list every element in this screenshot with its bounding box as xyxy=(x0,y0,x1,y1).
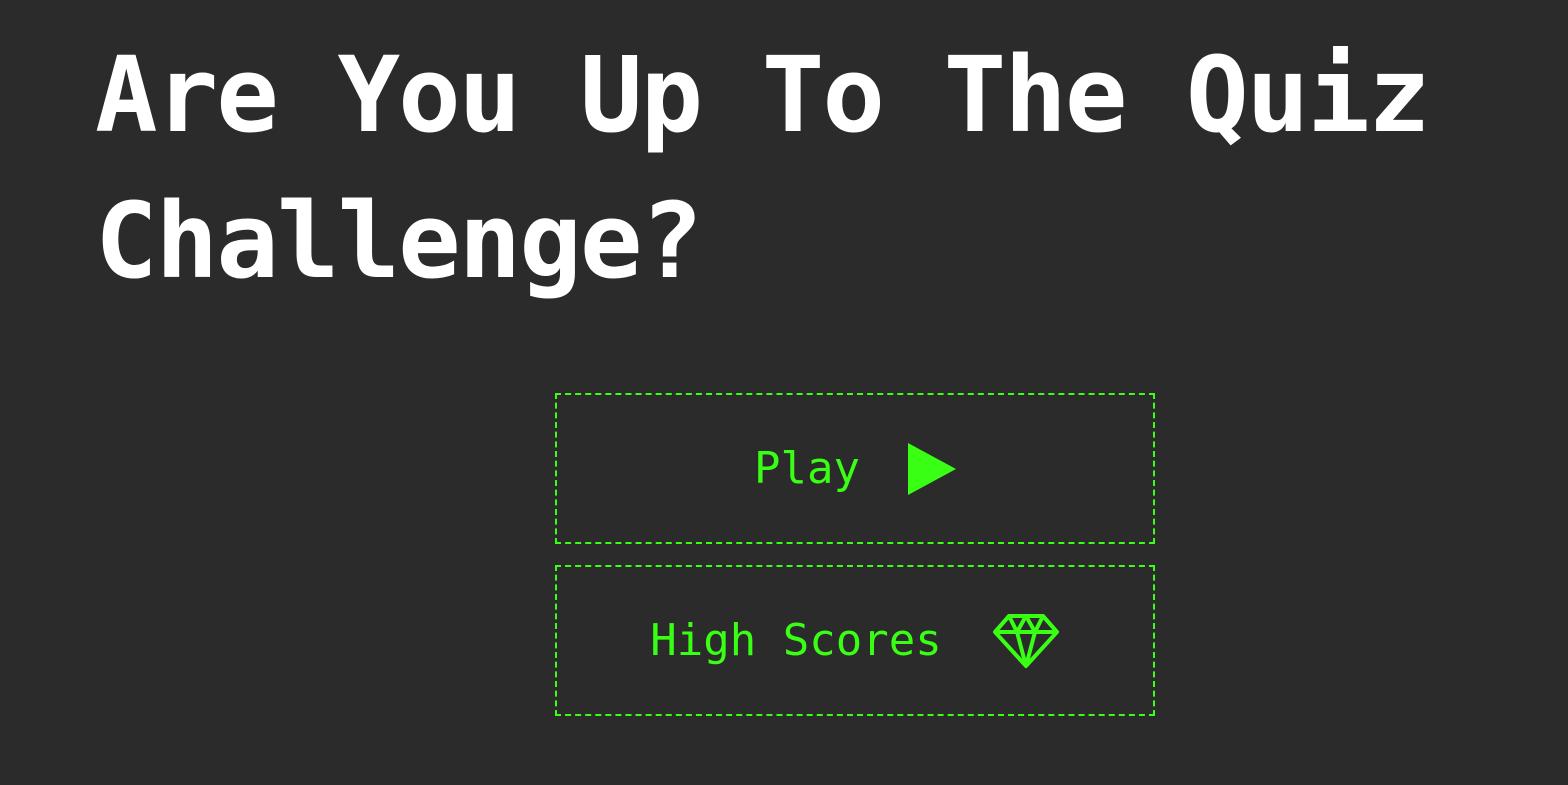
high-scores-button-label: High Scores xyxy=(650,614,942,666)
main-menu: Play High Scores xyxy=(555,393,1155,716)
page-title: Are You Up To The Quiz Challenge? xyxy=(95,34,1431,302)
diamond-icon xyxy=(992,613,1060,669)
play-button[interactable]: Play xyxy=(555,393,1155,544)
high-scores-button[interactable]: High Scores xyxy=(555,565,1155,716)
play-icon xyxy=(907,442,956,495)
play-button-label: Play xyxy=(754,442,860,494)
